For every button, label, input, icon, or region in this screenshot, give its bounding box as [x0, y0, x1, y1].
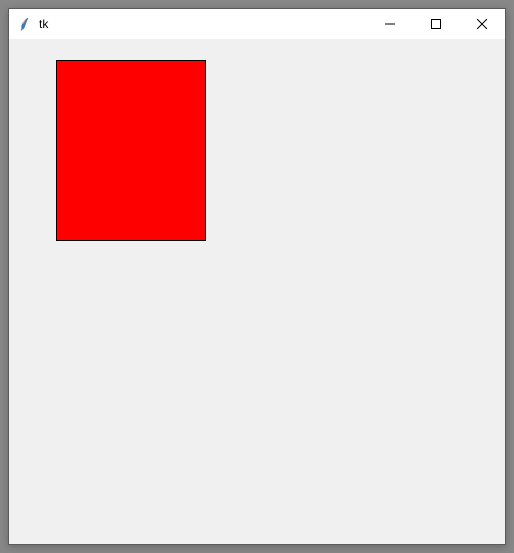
titlebar[interactable]: tk: [9, 9, 505, 39]
minimize-button[interactable]: [367, 9, 413, 39]
canvas-area: [9, 39, 505, 544]
red-rectangle: [56, 60, 206, 241]
maximize-button[interactable]: [413, 9, 459, 39]
window-controls: [367, 9, 505, 39]
window-title: tk: [39, 17, 48, 31]
tk-feather-icon: [17, 16, 33, 32]
close-button[interactable]: [459, 9, 505, 39]
maximize-icon: [431, 17, 441, 32]
application-window: tk: [8, 8, 506, 545]
minimize-icon: [385, 17, 395, 32]
titlebar-left: tk: [9, 16, 367, 32]
close-icon: [477, 17, 487, 32]
